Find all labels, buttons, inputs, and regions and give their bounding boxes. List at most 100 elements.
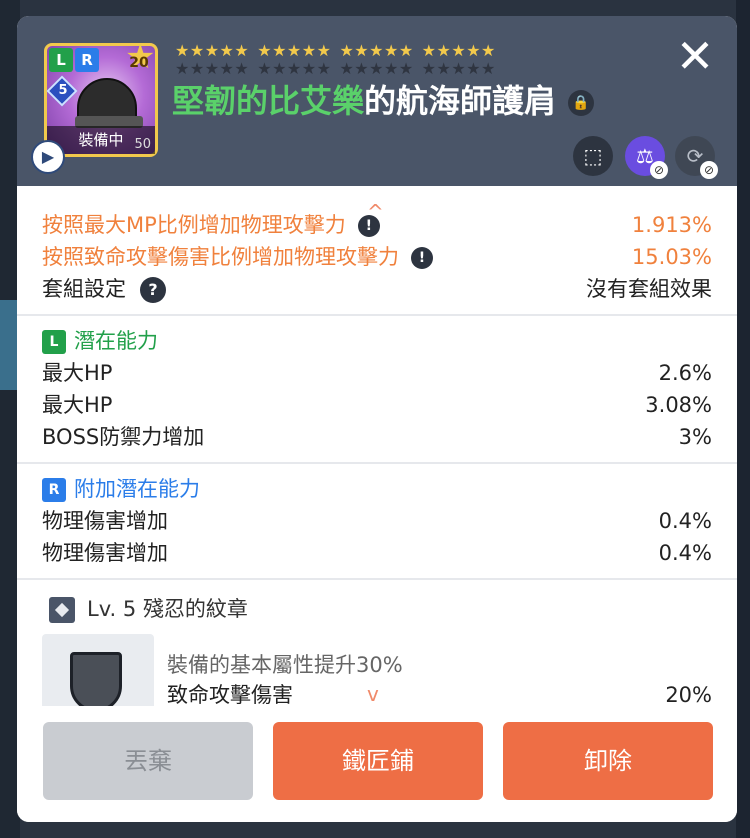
stat-row: 按照致命攻擊傷害比例增加物理攻擊力! 15.03% xyxy=(42,242,712,272)
unequip-button[interactable]: 卸除 xyxy=(503,722,713,800)
set-setting-label: 套組設定 xyxy=(42,277,126,301)
star-icon: ★ xyxy=(354,41,370,60)
star-icon: ★ xyxy=(451,41,467,60)
star-group: ★★★★★ xyxy=(175,42,249,60)
compare-button[interactable]: ⚖ ⊘ xyxy=(625,136,668,179)
star-icon: ★ xyxy=(421,41,437,60)
star-icon: ★ xyxy=(257,41,273,60)
stat-value: 1.913% xyxy=(631,213,712,237)
item-title-name: 的航海師護肩 xyxy=(364,82,557,120)
additional-potential-badge: R xyxy=(75,48,99,72)
play-icon: ▶ xyxy=(41,147,55,166)
close-button[interactable]: ✕ xyxy=(673,33,717,80)
share-icon: ⬚ xyxy=(583,144,603,168)
stat-value: 0.4% xyxy=(658,509,712,533)
emblem-title: Lv. 5 殘忍的紋章 xyxy=(49,594,248,624)
item-detail-dialog: L R 20 5 裝備中 50 ▶ ★★★★★★★★★★★★★★★★★★★★★★… xyxy=(17,16,737,822)
dialog-footer: 丟棄 鐵匠鋪 卸除 xyxy=(17,706,737,822)
star-icon: ★ xyxy=(383,41,399,60)
play-preview-button[interactable]: ▶ xyxy=(31,140,65,174)
stat-label: 按照致命攻擊傷害比例增加物理攻擊力 xyxy=(42,245,399,269)
star-icon: ★ xyxy=(466,41,482,60)
stat-value: 3% xyxy=(678,425,712,449)
additional-row: 物理傷害增加 0.4% xyxy=(42,506,712,536)
disabled-icon: ⊘ xyxy=(700,161,718,179)
stat-value: 20% xyxy=(665,683,712,706)
star-icon: ★ xyxy=(339,41,355,60)
divider xyxy=(17,462,737,464)
dialog-header: L R 20 5 裝備中 50 ▶ ★★★★★★★★★★★★★★★★★★★★★★… xyxy=(17,16,737,186)
star-force-value: 20 xyxy=(129,55,149,71)
emblem-title-text: Lv. 5 殘忍的紋章 xyxy=(87,597,248,621)
divider xyxy=(17,578,737,580)
potential-row: 最大HP 3.08% xyxy=(42,390,712,420)
help-icon[interactable]: ? xyxy=(140,277,166,303)
star-icon: ★ xyxy=(436,41,452,60)
emblem-description: 裝備的基本屬性提升30% xyxy=(167,650,712,680)
star-icon: ★ xyxy=(301,41,317,60)
additional-title: 附加潛在能力 xyxy=(74,477,200,501)
lock-icon[interactable]: 🔒 xyxy=(568,90,595,116)
stat-label: 最大HP xyxy=(42,361,113,385)
potential-title: 潛在能力 xyxy=(74,329,158,353)
star-icon: ★ xyxy=(316,41,332,60)
star-group: ★★★★★ xyxy=(422,42,496,60)
stat-row: 按照最大MP比例增加物理攻擊力! 1.913% xyxy=(42,210,712,240)
stat-value: 0.4% xyxy=(658,541,712,565)
stat-value: 3.08% xyxy=(645,393,712,417)
discard-button[interactable]: 丟棄 xyxy=(43,722,253,800)
star-icon: ★ xyxy=(189,41,205,60)
legendary-potential-badge: L xyxy=(49,48,73,72)
star-icon: ★ xyxy=(272,41,287,60)
stats-scroll-area[interactable]: ^ 按照最大MP比例增加物理攻擊力! 1.913% 按照致命攻擊傷害比例增加物理… xyxy=(17,186,737,706)
close-icon: ✕ xyxy=(675,29,715,83)
star-icon: ★ xyxy=(369,41,384,60)
star-icon: ★ xyxy=(398,41,414,60)
star-group: ★★★★★ xyxy=(257,42,331,60)
info-icon[interactable]: ! xyxy=(357,215,380,237)
item-level-badge: 5 xyxy=(58,83,68,98)
blacksmith-button[interactable]: 鐵匠鋪 xyxy=(273,722,483,800)
item-icon[interactable]: L R 20 5 裝備中 50 xyxy=(44,42,158,157)
star-icon: ★ xyxy=(204,41,220,60)
reset-button[interactable]: ⟳ ⊘ xyxy=(675,136,718,179)
star-icon: ★ xyxy=(219,41,235,60)
stat-label: 致命攻擊傷害 xyxy=(167,683,293,706)
scroll-down-icon[interactable]: v xyxy=(367,684,379,704)
divider xyxy=(17,314,737,316)
stat-value: 15.03% xyxy=(631,245,712,269)
potential-badge: L xyxy=(42,330,66,354)
set-setting-row: 套組設定? 沒有套組效果 xyxy=(42,274,712,304)
star-icon: ★ xyxy=(286,41,302,60)
additional-row: 物理傷害增加 0.4% xyxy=(42,538,712,568)
stat-label: BOSS防禦力增加 xyxy=(42,425,205,449)
disabled-icon: ⊘ xyxy=(650,161,668,179)
emblem-description-text: 裝備的基本屬性提升30% xyxy=(167,653,403,677)
star-icon: ★ xyxy=(175,41,190,60)
star-force-stars: ★★★★★ ★★★★★ ★★★★★ ★★★★★ ★★★★★ ★★★★★ ★★★★★ ★★★★★ xyxy=(175,42,504,78)
emblem-stat-row: 致命攻擊傷害 20% xyxy=(167,680,712,706)
star-force-badge: 20 xyxy=(125,42,155,76)
equipped-number: 50 xyxy=(134,137,151,152)
star-icon: ★ xyxy=(234,41,250,60)
emblem-diamond-icon xyxy=(49,597,75,623)
emblem-shield-icon xyxy=(70,652,122,706)
set-effect-value: 沒有套組效果 xyxy=(586,277,712,301)
background-right-edge xyxy=(736,0,750,838)
potential-row: BOSS防禦力增加 3% xyxy=(42,422,712,452)
stat-label: 物理傷害增加 xyxy=(42,541,168,565)
stat-value: 2.6% xyxy=(658,361,712,385)
emblem-image xyxy=(42,634,154,706)
share-button[interactable]: ⬚ xyxy=(573,136,613,176)
star-group: ★★★★★ xyxy=(339,42,413,60)
star-icon: ★ xyxy=(481,41,496,60)
potential-row: 最大HP 2.6% xyxy=(42,358,712,388)
info-icon[interactable]: ! xyxy=(411,247,433,269)
stat-label: 最大HP xyxy=(42,393,113,417)
potential-section-title: L 潛在能力 xyxy=(42,326,158,356)
additional-badge: R xyxy=(42,478,66,502)
item-title: 堅韌的比艾樂的航海師護肩 🔒 xyxy=(172,76,595,122)
additional-section-title: R 附加潛在能力 xyxy=(42,474,200,504)
star-row: ★★★★★ ★★★★★ ★★★★★ ★★★★★ xyxy=(175,42,504,60)
stat-label: 按照最大MP比例增加物理攻擊力 xyxy=(42,213,346,237)
